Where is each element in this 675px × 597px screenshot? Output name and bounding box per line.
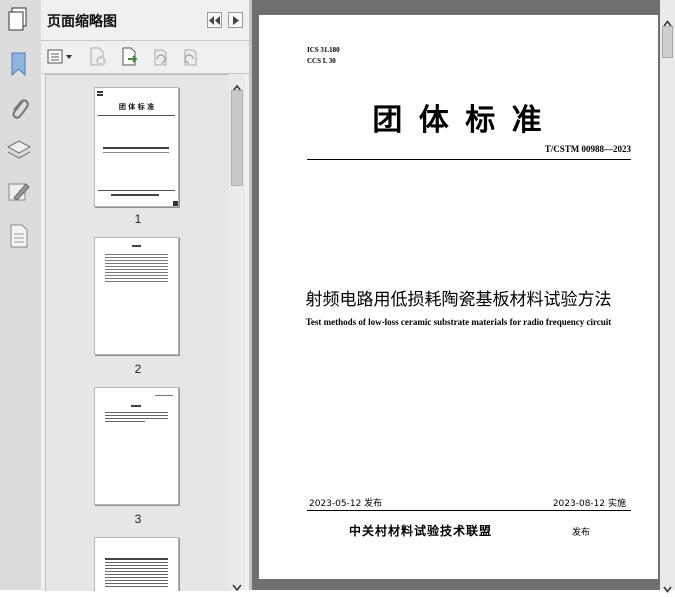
publish-date: 2023-05-12 发布 [309, 499, 383, 509]
ccs-code: CCS L 30 [307, 57, 336, 65]
heading-rule [307, 159, 631, 160]
thumbnail-list: 团 体 标 准 1 2 3 [45, 74, 231, 591]
thumbnail-heading: 团 体 标 准 [118, 103, 155, 111]
collapse-panel-button[interactable] [207, 12, 222, 28]
insert-page-icon[interactable] [119, 46, 141, 68]
rotate-left-icon[interactable] [149, 46, 171, 68]
title-english: Test methods of low-loss ceramic substra… [305, 317, 612, 327]
ics-code: ICS 31.180 [307, 46, 340, 54]
page-thumbnail[interactable] [94, 537, 179, 591]
expand-panel-button[interactable] [228, 12, 243, 28]
scroll-down-icon[interactable] [232, 577, 242, 596]
attachment-icon[interactable] [5, 94, 33, 122]
panel-title: 页面缩略图 [47, 14, 117, 30]
standard-number: T/CSTM 00988—2023 [544, 144, 631, 154]
panel-toolbar [41, 41, 249, 74]
scrollbar-thumb[interactable] [662, 26, 673, 58]
rotate-right-icon[interactable] [179, 46, 201, 68]
delete-page-icon[interactable] [87, 46, 109, 68]
bookmark-icon[interactable] [5, 50, 33, 78]
page-thumbnail[interactable] [94, 387, 179, 505]
document-view: ICS 31.180 CCS L 30 团 体 标 准 T/CSTM 00988… [252, 0, 675, 590]
scroll-down-icon[interactable] [663, 578, 672, 597]
scrollbar-thumb[interactable] [231, 90, 243, 186]
implement-date: 2023-08-12 实施 [552, 499, 626, 509]
options-menu-icon[interactable] [47, 46, 75, 68]
standard-heading: 团 体 标 准 [372, 103, 545, 138]
document-page: ICS 31.180 CCS L 30 团 体 标 准 T/CSTM 00988… [259, 15, 658, 579]
document-scrollbar[interactable] [660, 0, 675, 593]
publisher-name: 中关村材料试验技术联盟 [349, 524, 493, 538]
navigation-strip [0, 0, 42, 590]
thumbnails-panel: 页面缩略图 团 体 标 准 1 2 3 [41, 0, 249, 592]
signatures-icon[interactable] [5, 178, 33, 206]
publish-label: 发布 [572, 528, 591, 538]
thumbnail-page-number: 2 [134, 362, 142, 376]
document-icon[interactable] [5, 222, 33, 250]
page-thumbnail[interactable] [94, 237, 179, 355]
thumbnail-page-number: 3 [134, 512, 142, 526]
layers-icon[interactable] [5, 136, 33, 164]
pages-panel-icon[interactable] [5, 6, 33, 34]
title-chinese: 射频电路用低损耗陶瓷基板材料试验方法 [305, 290, 612, 310]
footer-rule [307, 510, 631, 511]
thumbnail-scrollbar[interactable] [229, 74, 245, 592]
thumbnail-page-number: 1 [134, 212, 142, 226]
page-thumbnail[interactable]: 团 体 标 准 [94, 87, 179, 207]
panel-header: 页面缩略图 [41, 0, 249, 41]
